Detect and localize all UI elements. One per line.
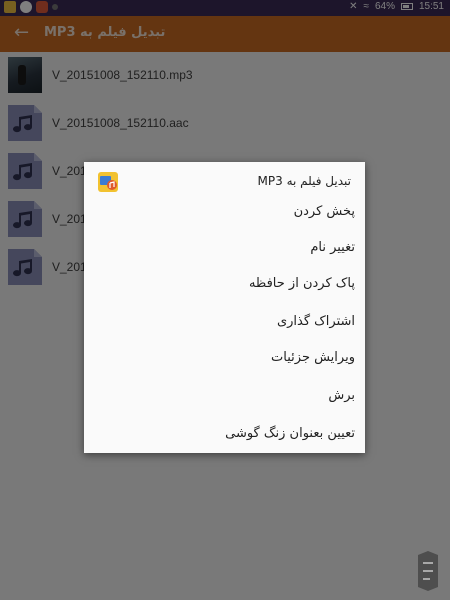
menu-item-rename[interactable]: تغییر نام [95,230,355,266]
context-menu-dialog: تبدیل فیلم به MP3 پخش کردن تغییر نام پاک… [84,162,365,453]
dialog-header: تبدیل فیلم به MP3 [84,162,365,198]
menu-item-share[interactable]: اشتراک گذاری [95,304,355,340]
watermark-logo-icon [418,551,438,591]
menu-item-set-ringtone[interactable]: تعیین بعنوان زنگ گوشی [95,416,355,452]
menu-item-edit-details[interactable]: ویرایش جزئیات [95,340,355,376]
menu-item-play[interactable]: پخش کردن [95,194,355,230]
menu-item-delete[interactable]: پاک کردن از حافظه [95,266,355,302]
dialog-title: تبدیل فیلم به MP3 [257,174,351,188]
menu-item-cut[interactable]: برش [95,378,355,414]
app-logo-icon [98,172,118,192]
